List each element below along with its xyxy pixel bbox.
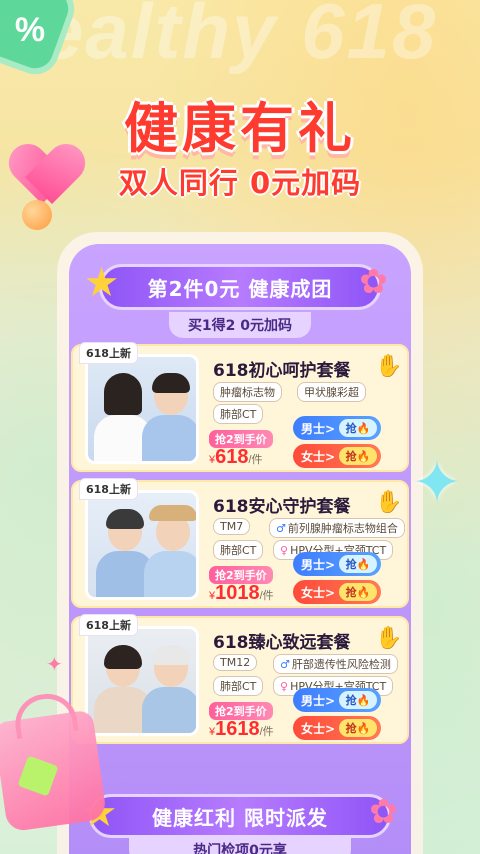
price: ¥1018/件 <box>209 582 274 604</box>
man-figure <box>142 373 196 461</box>
female-icon: ♀ <box>280 544 289 557</box>
man-figure <box>142 645 196 733</box>
male-icon: ♂ <box>280 658 290 671</box>
star-icon: ★ <box>83 260 121 306</box>
buy-male-button[interactable]: 男士> 抢 🔥 <box>293 688 381 712</box>
section-ribbon-group-buy: ★ 第2件0元 健康成团 ✿ <box>84 261 388 310</box>
section-subtitle: 热门检项0元享 <box>129 838 351 854</box>
buy-male-button[interactable]: 男士> 抢 🔥 <box>293 552 381 576</box>
section-ribbon-benefits: ★ 健康红利 限时派发 ✿ <box>82 791 398 838</box>
package-card[interactable]: 618上新 618初心呵护套餐 ✋ 肿瘤标志物 甲状腺彩超 肺部CT 抢2到手价… <box>71 342 409 472</box>
fire-icon: 🔥 <box>356 421 371 435</box>
grab-button[interactable]: 抢 🔥 <box>339 555 377 573</box>
couple-photo <box>85 354 199 464</box>
package-name: 618臻心致远套餐 <box>213 633 351 653</box>
sparkle-icon: ✦ <box>411 448 463 518</box>
item-chip: 肺部CT <box>213 404 264 424</box>
buy-female-button[interactable]: 女士> 抢 🔥 <box>293 580 381 604</box>
couple-photo <box>85 490 199 600</box>
item-chip: 肺部CT <box>213 540 264 560</box>
offer-panel: ★ 第2件0元 健康成团 ✿ 买1得2 0元加码 618上新 618初心呵护套餐… <box>57 232 423 854</box>
section-ribbon-title: 健康红利 限时派发 <box>152 805 328 830</box>
fire-icon: 🔥 <box>356 693 371 707</box>
package-name: 618安心守护套餐 <box>213 497 351 517</box>
sparkle-small-icon: ✦ <box>46 652 63 676</box>
background-watermark: ealthy 618 <box>40 0 438 75</box>
price: ¥618/件 <box>209 446 263 468</box>
hero-subtitle: 双人同行 0元加码 <box>118 166 362 200</box>
section-subtitle: 买1得2 0元加码 <box>169 312 311 338</box>
buy-male-button[interactable]: 男士> 抢 🔥 <box>293 416 381 440</box>
item-chip: ♂ 前列腺肿瘤标志物组合 <box>269 518 405 538</box>
item-chip: 肿瘤标志物 <box>213 382 282 402</box>
grab-button[interactable]: 抢 🔥 <box>339 583 377 601</box>
package-card[interactable]: 618上新 618臻心致远套餐 ✋ TM12 ♂ 肝部遗传性风险检测 肺部CT ♀… <box>71 614 409 744</box>
package-card[interactable]: 618上新 618安心守护套餐 ✋ TM7 ♂ 前列腺肿瘤标志物组合 肺部CT ♀… <box>71 478 409 608</box>
item-chip: 甲状腺彩超 <box>297 382 366 402</box>
thumbs-icon: ✋ <box>375 490 403 515</box>
offer-panel-inner: ★ 第2件0元 健康成团 ✿ 买1得2 0元加码 618上新 618初心呵护套餐… <box>69 244 411 854</box>
grab-button[interactable]: 抢 🔥 <box>339 447 377 465</box>
new-tag: 618上新 <box>79 614 138 636</box>
package-name: 618初心呵护套餐 <box>213 361 351 381</box>
thumbs-icon: ✋ <box>375 626 403 651</box>
grab-button[interactable]: 抢 🔥 <box>339 719 377 737</box>
fire-icon: 🔥 <box>356 585 371 599</box>
flower-bouquet-icon: ✿ <box>359 262 389 302</box>
couple-photo <box>85 626 199 736</box>
item-chip: ♂ 肝部遗传性风险检测 <box>273 654 398 674</box>
item-chip: TM12 <box>213 654 258 671</box>
fire-icon: 🔥 <box>356 449 371 463</box>
thumbs-icon: ✋ <box>375 354 403 379</box>
female-icon: ♀ <box>280 680 289 693</box>
grab-button[interactable]: 抢 🔥 <box>339 691 377 709</box>
fire-icon: 🔥 <box>356 721 371 735</box>
hero-title: 健康有礼 <box>124 97 356 160</box>
new-tag: 618上新 <box>79 342 138 364</box>
fire-icon: 🔥 <box>356 557 371 571</box>
section-ribbon-title: 第2件0元 健康成团 <box>147 276 333 301</box>
heart-drop-icon <box>22 200 52 230</box>
buy-female-button[interactable]: 女士> 抢 🔥 <box>293 716 381 740</box>
price: ¥1618/件 <box>209 718 274 740</box>
male-icon: ♂ <box>276 522 286 535</box>
flower-bouquet-icon: ✿ <box>369 792 399 832</box>
new-tag: 618上新 <box>79 478 138 500</box>
buy-female-button[interactable]: 女士> 抢 🔥 <box>293 444 381 468</box>
item-chip: 肺部CT <box>213 676 264 696</box>
grab-button[interactable]: 抢 🔥 <box>339 419 377 437</box>
woman-figure <box>144 505 196 597</box>
item-chip: TM7 <box>213 518 251 535</box>
